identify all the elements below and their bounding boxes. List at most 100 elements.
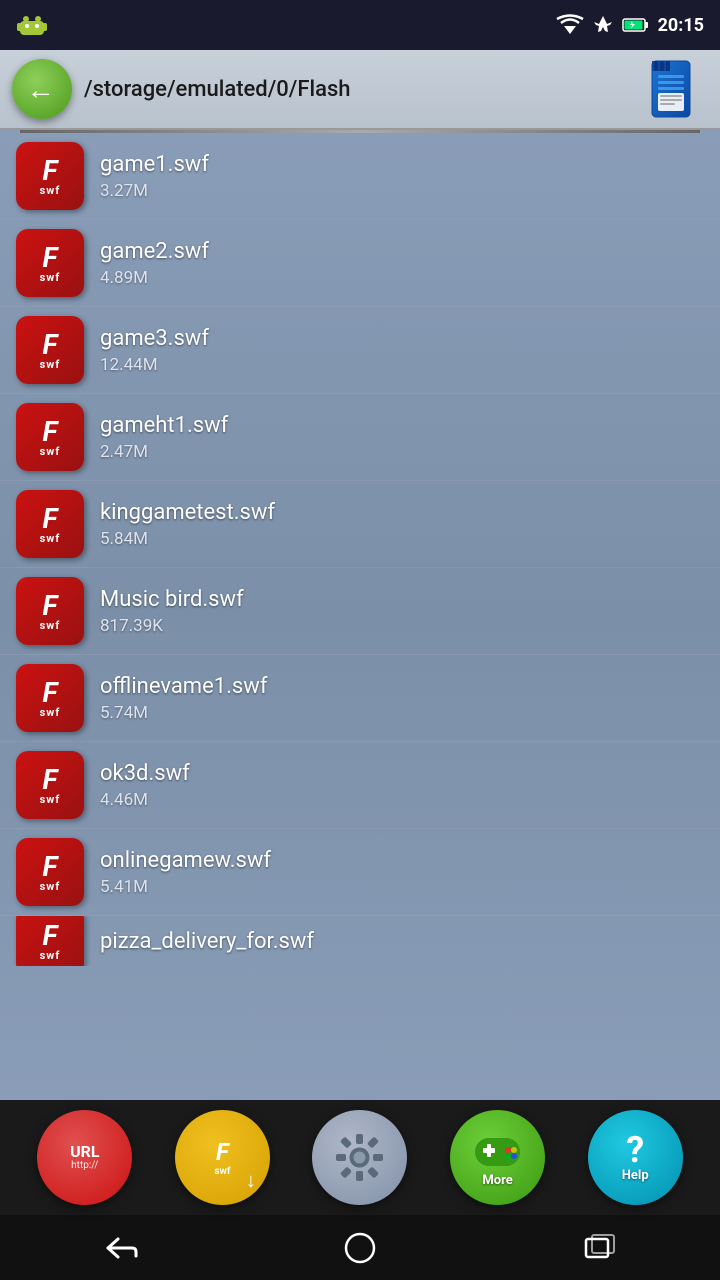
file-icon-f: F	[43, 157, 58, 185]
settings-button[interactable]	[312, 1110, 407, 1205]
system-recent-button[interactable]	[560, 1228, 640, 1268]
list-item[interactable]: F swf game2.swf 4.89M	[0, 220, 720, 307]
system-back-button[interactable]	[80, 1228, 160, 1268]
file-name: offlinevame1.swf	[100, 674, 704, 699]
file-icon-swf: swf	[40, 794, 61, 805]
help-button[interactable]: ? Help	[588, 1110, 683, 1205]
file-info: gameht1.swf 2.47M	[100, 413, 704, 462]
status-right: 20:15	[556, 14, 704, 36]
file-icon: F swf	[16, 229, 84, 297]
more-label: More	[482, 1173, 512, 1188]
sd-card-icon[interactable]	[644, 57, 708, 121]
file-size: 3.27M	[100, 181, 704, 201]
system-home-button[interactable]	[320, 1228, 400, 1268]
list-item[interactable]: F swf game1.swf 3.27M	[0, 133, 720, 220]
file-size: 5.41M	[100, 877, 704, 897]
file-info: ok3d.swf 4.46M	[100, 761, 704, 810]
file-info: offlinevame1.swf 5.74M	[100, 674, 704, 723]
list-item[interactable]: F swf ok3d.swf 4.46M	[0, 742, 720, 829]
system-back-icon	[100, 1234, 140, 1262]
airplane-icon	[592, 14, 614, 36]
list-item[interactable]: F swf game3.swf 12.44M	[0, 307, 720, 394]
file-name: ok3d.swf	[100, 761, 704, 786]
file-icon-swf: swf	[40, 446, 61, 457]
status-left	[16, 11, 48, 39]
file-size: 817.39K	[100, 616, 704, 636]
flash-swf-label: swf	[214, 1166, 230, 1177]
file-icon-swf: swf	[40, 359, 61, 370]
file-name: kinggametest.swf	[100, 500, 704, 525]
file-info: game2.swf 4.89M	[100, 239, 704, 288]
more-button[interactable]: More	[450, 1110, 545, 1205]
wifi-icon	[556, 14, 584, 36]
help-label: Help	[622, 1168, 649, 1183]
status-time: 20:15	[658, 15, 704, 36]
url-label: URL	[70, 1144, 99, 1160]
file-icon-f: F	[43, 505, 58, 533]
file-name: game2.swf	[100, 239, 704, 264]
file-info: kinggametest.swf 5.84M	[100, 500, 704, 549]
file-icon-f: F	[43, 244, 58, 272]
list-item[interactable]: F swf onlinegamew.swf 5.41M	[0, 829, 720, 916]
file-size: 12.44M	[100, 355, 704, 375]
file-icon-swf: swf	[40, 620, 61, 631]
file-info: Music bird.swf 817.39K	[100, 587, 704, 636]
url-button[interactable]: URL http://	[37, 1110, 132, 1205]
file-name: game1.swf	[100, 152, 704, 177]
file-name: onlinegamew.swf	[100, 848, 704, 873]
list-item[interactable]: F swf pizza_delivery_for.swf	[0, 916, 720, 966]
file-icon: F swf	[16, 316, 84, 384]
help-icon: ?	[626, 1132, 644, 1168]
file-icon-f: F	[43, 679, 58, 707]
file-info: game1.swf 3.27M	[100, 152, 704, 201]
file-name: game3.swf	[100, 326, 704, 351]
file-name: pizza_delivery_for.swf	[100, 929, 314, 954]
list-item[interactable]: F swf kinggametest.swf 5.84M	[0, 481, 720, 568]
file-icon-swf: swf	[40, 533, 61, 544]
file-size: 2.47M	[100, 442, 704, 462]
url-sub-label: http://	[71, 1160, 98, 1171]
android-icon	[16, 11, 48, 39]
file-icon: F swf	[16, 751, 84, 819]
flash-download-icon: ↓	[246, 1168, 256, 1193]
file-icon-f: F	[43, 853, 58, 881]
file-icon-f: F	[43, 331, 58, 359]
file-icon: F swf	[16, 490, 84, 558]
file-icon-swf: swf	[40, 950, 61, 961]
file-icon-f: F	[43, 922, 58, 950]
system-recent-icon	[582, 1233, 618, 1263]
file-list: F swf game1.swf 3.27M F swf game2.swf 4.…	[0, 130, 720, 1100]
file-size: 4.89M	[100, 268, 704, 288]
battery-icon	[622, 16, 650, 34]
file-icon: F swf	[16, 577, 84, 645]
file-name: gameht1.swf	[100, 413, 704, 438]
gamepad-icon	[470, 1128, 525, 1173]
file-icon-swf: swf	[40, 185, 61, 196]
flash-f-icon: F	[216, 1138, 229, 1166]
list-item[interactable]: F swf offlinevame1.swf 5.74M	[0, 655, 720, 742]
file-icon-swf: swf	[40, 272, 61, 283]
list-item[interactable]: F swf gameht1.swf 2.47M	[0, 394, 720, 481]
file-size: 5.74M	[100, 703, 704, 723]
file-icon-f: F	[43, 418, 58, 446]
back-button[interactable]: ←	[12, 59, 72, 119]
file-icon: F swf	[16, 142, 84, 210]
bottom-nav-bar: URL http:// F swf ↓	[0, 1100, 720, 1215]
system-home-icon	[342, 1230, 378, 1266]
file-icon: F swf	[16, 403, 84, 471]
file-icon-f: F	[43, 766, 58, 794]
current-path: /storage/emulated/0/Flash	[84, 77, 632, 102]
file-info: onlinegamew.swf 5.41M	[100, 848, 704, 897]
flash-player-button[interactable]: F swf ↓	[175, 1110, 270, 1205]
status-bar: 20:15	[0, 0, 720, 50]
file-size: 5.84M	[100, 529, 704, 549]
file-icon-f: F	[43, 592, 58, 620]
file-icon: F swf	[16, 664, 84, 732]
file-name: Music bird.swf	[100, 587, 704, 612]
file-icon: F swf	[16, 916, 84, 966]
file-icon-swf: swf	[40, 881, 61, 892]
file-icon: F swf	[16, 838, 84, 906]
list-item[interactable]: F swf Music bird.swf 817.39K	[0, 568, 720, 655]
system-nav-bar	[0, 1215, 720, 1280]
file-size: 4.46M	[100, 790, 704, 810]
